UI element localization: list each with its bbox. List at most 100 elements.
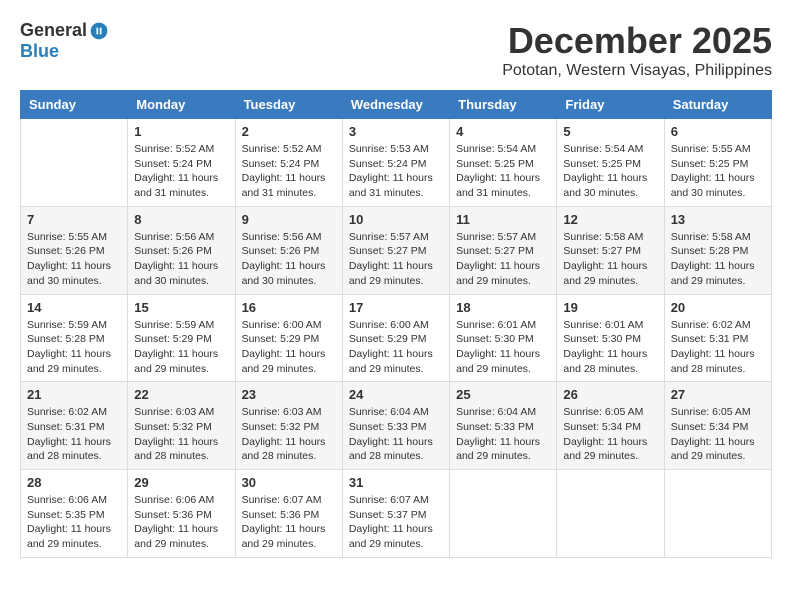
calendar-cell bbox=[664, 470, 771, 558]
weekday-header: Tuesday bbox=[235, 91, 342, 119]
day-info: Sunrise: 6:04 AMSunset: 5:33 PMDaylight:… bbox=[456, 405, 550, 464]
logo-icon bbox=[89, 21, 109, 41]
day-number: 27 bbox=[671, 387, 765, 402]
day-info: Sunrise: 6:02 AMSunset: 5:31 PMDaylight:… bbox=[27, 405, 121, 464]
day-number: 18 bbox=[456, 300, 550, 315]
calendar-cell: 11 Sunrise: 5:57 AMSunset: 5:27 PMDayligh… bbox=[450, 206, 557, 294]
calendar-table: SundayMondayTuesdayWednesdayThursdayFrid… bbox=[20, 90, 772, 558]
calendar-cell bbox=[21, 119, 128, 207]
day-number: 12 bbox=[563, 212, 657, 227]
calendar-cell: 25Sunrise: 6:04 AMSunset: 5:33 PMDayligh… bbox=[450, 382, 557, 470]
day-number: 17 bbox=[349, 300, 443, 315]
calendar-cell: 18 Sunrise: 6:01 AMSunset: 5:30 PMDayligh… bbox=[450, 294, 557, 382]
day-number: 21 bbox=[27, 387, 121, 402]
title-section: December 2025 Pototan, Western Visayas, … bbox=[502, 20, 772, 80]
day-number: 26 bbox=[563, 387, 657, 402]
day-number: 11 bbox=[456, 212, 550, 227]
day-info: Sunrise: 5:56 AMSunset: 5:26 PMDaylight:… bbox=[134, 230, 228, 289]
day-number: 13 bbox=[671, 212, 765, 227]
day-info: Sunrise: 6:06 AMSunset: 5:36 PMDaylight:… bbox=[134, 493, 228, 552]
day-info: Sunrise: 5:52 AMSunset: 5:24 PMDaylight:… bbox=[134, 142, 228, 201]
day-info: Sunrise: 6:00 AMSunset: 5:29 PMDaylight:… bbox=[349, 318, 443, 377]
calendar-cell: 28 Sunrise: 6:06 AMSunset: 5:35 PMDayligh… bbox=[21, 470, 128, 558]
day-info: Sunrise: 5:57 AMSunset: 5:27 PMDaylight:… bbox=[456, 230, 550, 289]
day-info: Sunrise: 5:53 AMSunset: 5:24 PMDaylight:… bbox=[349, 142, 443, 201]
day-number: 24 bbox=[349, 387, 443, 402]
day-info: Sunrise: 5:59 AMSunset: 5:29 PMDaylight:… bbox=[134, 318, 228, 377]
calendar-week-row: 7 Sunrise: 5:55 AMSunset: 5:26 PMDaylight… bbox=[21, 206, 772, 294]
day-info: Sunrise: 6:03 AMSunset: 5:32 PMDaylight:… bbox=[134, 405, 228, 464]
day-number: 30 bbox=[242, 475, 336, 490]
day-info: Sunrise: 5:59 AMSunset: 5:28 PMDaylight:… bbox=[27, 318, 121, 377]
day-number: 29 bbox=[134, 475, 228, 490]
calendar-cell: 21 Sunrise: 6:02 AMSunset: 5:31 PMDayligh… bbox=[21, 382, 128, 470]
day-number: 1 bbox=[134, 124, 228, 139]
day-info: Sunrise: 6:04 AMSunset: 5:33 PMDaylight:… bbox=[349, 405, 443, 464]
calendar-cell: 16Sunrise: 6:00 AMSunset: 5:29 PMDayligh… bbox=[235, 294, 342, 382]
calendar-week-row: 21 Sunrise: 6:02 AMSunset: 5:31 PMDayligh… bbox=[21, 382, 772, 470]
day-info: Sunrise: 5:58 AMSunset: 5:27 PMDaylight:… bbox=[563, 230, 657, 289]
calendar-cell: 1 Sunrise: 5:52 AMSunset: 5:24 PMDaylight… bbox=[128, 119, 235, 207]
calendar-cell: 9 Sunrise: 5:56 AMSunset: 5:26 PMDaylight… bbox=[235, 206, 342, 294]
calendar-cell: 30 Sunrise: 6:07 AMSunset: 5:36 PMDayligh… bbox=[235, 470, 342, 558]
weekday-header: Sunday bbox=[21, 91, 128, 119]
day-number: 20 bbox=[671, 300, 765, 315]
day-number: 7 bbox=[27, 212, 121, 227]
calendar-cell: 15 Sunrise: 5:59 AMSunset: 5:29 PMDayligh… bbox=[128, 294, 235, 382]
day-number: 3 bbox=[349, 124, 443, 139]
calendar-cell: 19 Sunrise: 6:01 AMSunset: 5:30 PMDayligh… bbox=[557, 294, 664, 382]
calendar-cell: 10Sunrise: 5:57 AMSunset: 5:27 PMDayligh… bbox=[342, 206, 449, 294]
day-number: 19 bbox=[563, 300, 657, 315]
weekday-header: Friday bbox=[557, 91, 664, 119]
day-info: Sunrise: 6:05 AMSunset: 5:34 PMDaylight:… bbox=[563, 405, 657, 464]
logo-blue: Blue bbox=[20, 41, 59, 62]
calendar-cell: 17 Sunrise: 6:00 AMSunset: 5:29 PMDayligh… bbox=[342, 294, 449, 382]
day-info: Sunrise: 6:07 AMSunset: 5:37 PMDaylight:… bbox=[349, 493, 443, 552]
location-title: Pototan, Western Visayas, Philippines bbox=[502, 62, 772, 80]
page-header: General Blue December 2025 Pototan, West… bbox=[20, 20, 772, 80]
calendar-header-row: SundayMondayTuesdayWednesdayThursdayFrid… bbox=[21, 91, 772, 119]
day-info: Sunrise: 6:02 AMSunset: 5:31 PMDaylight:… bbox=[671, 318, 765, 377]
day-info: Sunrise: 5:58 AMSunset: 5:28 PMDaylight:… bbox=[671, 230, 765, 289]
calendar-cell bbox=[557, 470, 664, 558]
day-info: Sunrise: 6:06 AMSunset: 5:35 PMDaylight:… bbox=[27, 493, 121, 552]
logo-general: General bbox=[20, 20, 87, 41]
calendar-cell: 7 Sunrise: 5:55 AMSunset: 5:26 PMDaylight… bbox=[21, 206, 128, 294]
calendar-cell: 23Sunrise: 6:03 AMSunset: 5:32 PMDayligh… bbox=[235, 382, 342, 470]
day-number: 4 bbox=[456, 124, 550, 139]
day-info: Sunrise: 5:54 AMSunset: 5:25 PMDaylight:… bbox=[563, 142, 657, 201]
day-number: 15 bbox=[134, 300, 228, 315]
day-info: Sunrise: 5:54 AMSunset: 5:25 PMDaylight:… bbox=[456, 142, 550, 201]
day-info: Sunrise: 5:56 AMSunset: 5:26 PMDaylight:… bbox=[242, 230, 336, 289]
day-number: 31 bbox=[349, 475, 443, 490]
day-number: 2 bbox=[242, 124, 336, 139]
day-info: Sunrise: 5:55 AMSunset: 5:26 PMDaylight:… bbox=[27, 230, 121, 289]
day-number: 5 bbox=[563, 124, 657, 139]
calendar-cell: 2 Sunrise: 5:52 AMSunset: 5:24 PMDaylight… bbox=[235, 119, 342, 207]
day-info: Sunrise: 5:55 AMSunset: 5:25 PMDaylight:… bbox=[671, 142, 765, 201]
day-info: Sunrise: 5:52 AMSunset: 5:24 PMDaylight:… bbox=[242, 142, 336, 201]
day-number: 28 bbox=[27, 475, 121, 490]
weekday-header: Thursday bbox=[450, 91, 557, 119]
day-number: 22 bbox=[134, 387, 228, 402]
day-info: Sunrise: 6:01 AMSunset: 5:30 PMDaylight:… bbox=[563, 318, 657, 377]
calendar-cell: 6 Sunrise: 5:55 AMSunset: 5:25 PMDaylight… bbox=[664, 119, 771, 207]
calendar-cell: 13 Sunrise: 5:58 AMSunset: 5:28 PMDayligh… bbox=[664, 206, 771, 294]
calendar-cell: 20 Sunrise: 6:02 AMSunset: 5:31 PMDayligh… bbox=[664, 294, 771, 382]
calendar-cell: 29 Sunrise: 6:06 AMSunset: 5:36 PMDayligh… bbox=[128, 470, 235, 558]
calendar-week-row: 1 Sunrise: 5:52 AMSunset: 5:24 PMDaylight… bbox=[21, 119, 772, 207]
day-number: 9 bbox=[242, 212, 336, 227]
day-info: Sunrise: 6:01 AMSunset: 5:30 PMDaylight:… bbox=[456, 318, 550, 377]
day-number: 23 bbox=[242, 387, 336, 402]
calendar-cell: 14 Sunrise: 5:59 AMSunset: 5:28 PMDayligh… bbox=[21, 294, 128, 382]
day-number: 6 bbox=[671, 124, 765, 139]
weekday-header: Wednesday bbox=[342, 91, 449, 119]
day-number: 14 bbox=[27, 300, 121, 315]
calendar-cell: 26 Sunrise: 6:05 AMSunset: 5:34 PMDayligh… bbox=[557, 382, 664, 470]
day-number: 10 bbox=[349, 212, 443, 227]
calendar-cell: 8Sunrise: 5:56 AMSunset: 5:26 PMDaylight… bbox=[128, 206, 235, 294]
weekday-header: Saturday bbox=[664, 91, 771, 119]
day-info: Sunrise: 6:07 AMSunset: 5:36 PMDaylight:… bbox=[242, 493, 336, 552]
calendar-cell: 12 Sunrise: 5:58 AMSunset: 5:27 PMDayligh… bbox=[557, 206, 664, 294]
calendar-cell bbox=[450, 470, 557, 558]
